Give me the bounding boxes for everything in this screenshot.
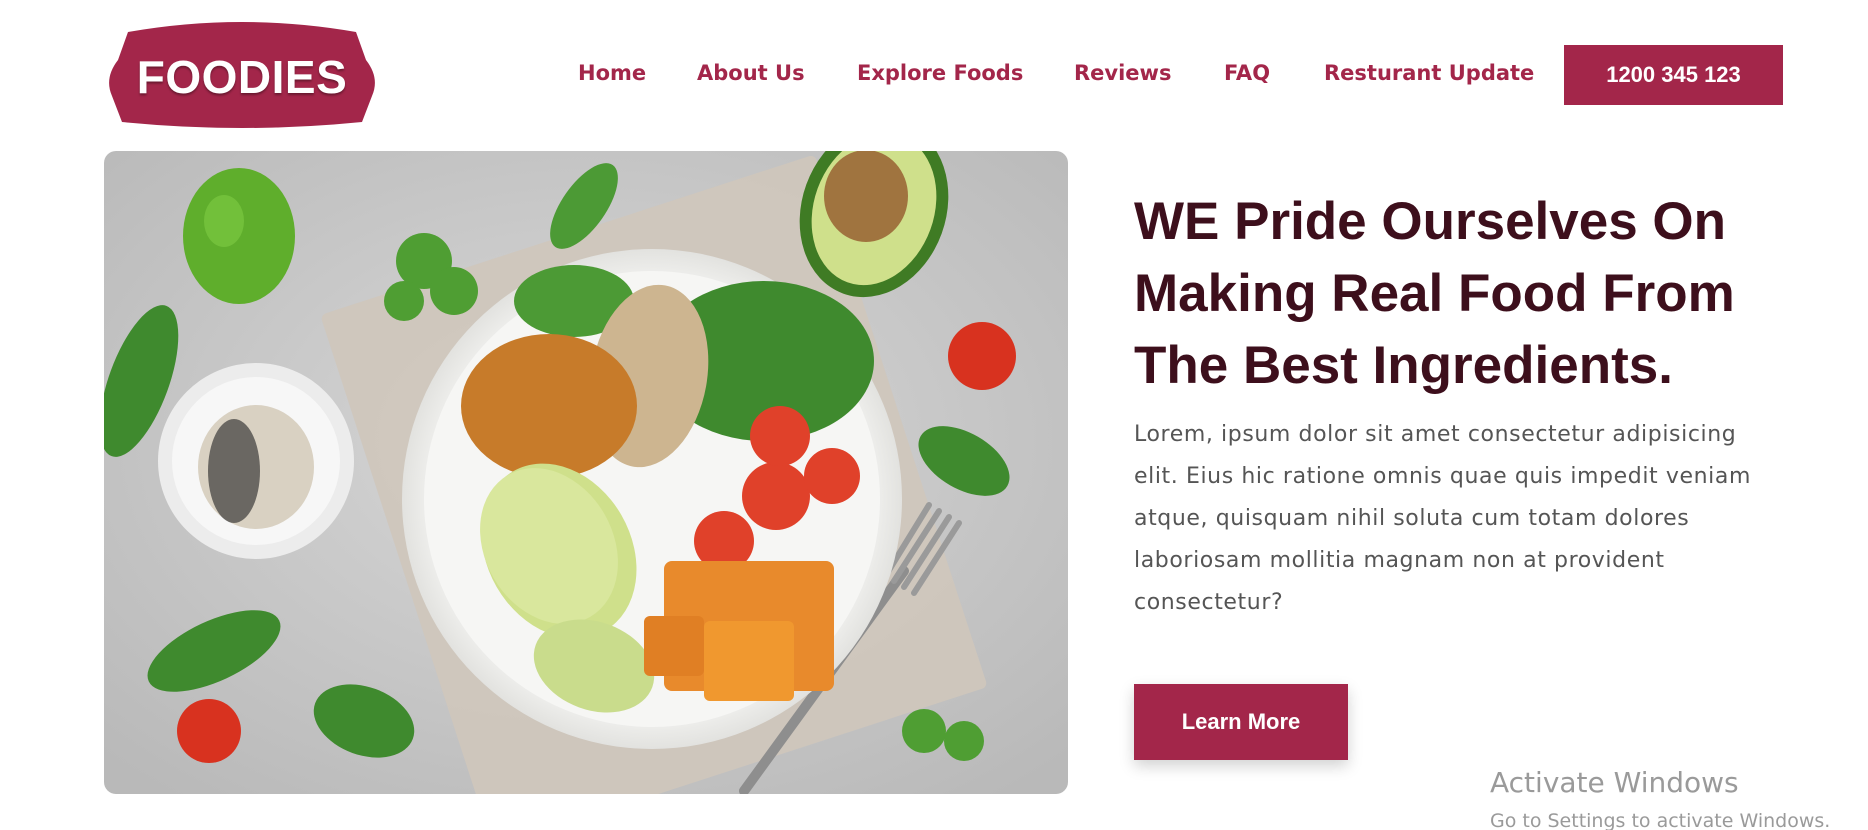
activate-windows-watermark: Activate Windows Go to Settings to activ… bbox=[1490, 766, 1830, 830]
nav-home[interactable]: Home bbox=[578, 61, 646, 85]
nav-resturant-update[interactable]: Resturant Update bbox=[1324, 61, 1534, 85]
hero-headline: WE Pride Ourselves On Making Real Food F… bbox=[1134, 186, 1774, 402]
hero-description: Lorem, ipsum dolor sit amet consectetur … bbox=[1134, 414, 1794, 624]
hero-food-image bbox=[104, 151, 1068, 794]
learn-more-button[interactable]: Learn More bbox=[1134, 684, 1348, 760]
description-line-2: elit. Eius hic ratione omnis quae quis i… bbox=[1134, 464, 1751, 489]
description-line-3: atque, quisquam nihil soluta cum totam d… bbox=[1134, 506, 1690, 531]
nav-explore-foods[interactable]: Explore Foods bbox=[857, 61, 1023, 85]
headline-line-2: Making Real Food From bbox=[1134, 264, 1735, 323]
nav-faq[interactable]: FAQ bbox=[1224, 61, 1270, 85]
nav-about-us[interactable]: About Us bbox=[697, 61, 805, 85]
brand-logo[interactable]: FOODIES bbox=[104, 18, 380, 130]
headline-line-1: WE Pride Ourselves On bbox=[1134, 192, 1727, 251]
description-line-1: Lorem, ipsum dolor sit amet consectetur … bbox=[1134, 422, 1737, 447]
description-line-4: laboriosam mollitia magnam non at provid… bbox=[1134, 548, 1665, 573]
watermark-title: Activate Windows bbox=[1490, 766, 1739, 799]
logo-text: FOODIES bbox=[136, 51, 348, 103]
description-line-5: consectetur? bbox=[1134, 590, 1284, 615]
watermark-subtitle: Go to Settings to activate Windows. bbox=[1490, 810, 1831, 830]
landing-page: FOODIES Home About Us Explore Foods Revi… bbox=[0, 0, 1868, 830]
phone-button[interactable]: 1200 345 123 bbox=[1564, 45, 1783, 105]
headline-line-3: The Best Ingredients. bbox=[1134, 336, 1673, 395]
nav-reviews[interactable]: Reviews bbox=[1074, 61, 1171, 85]
salad-bowl-illustration bbox=[104, 151, 1068, 794]
